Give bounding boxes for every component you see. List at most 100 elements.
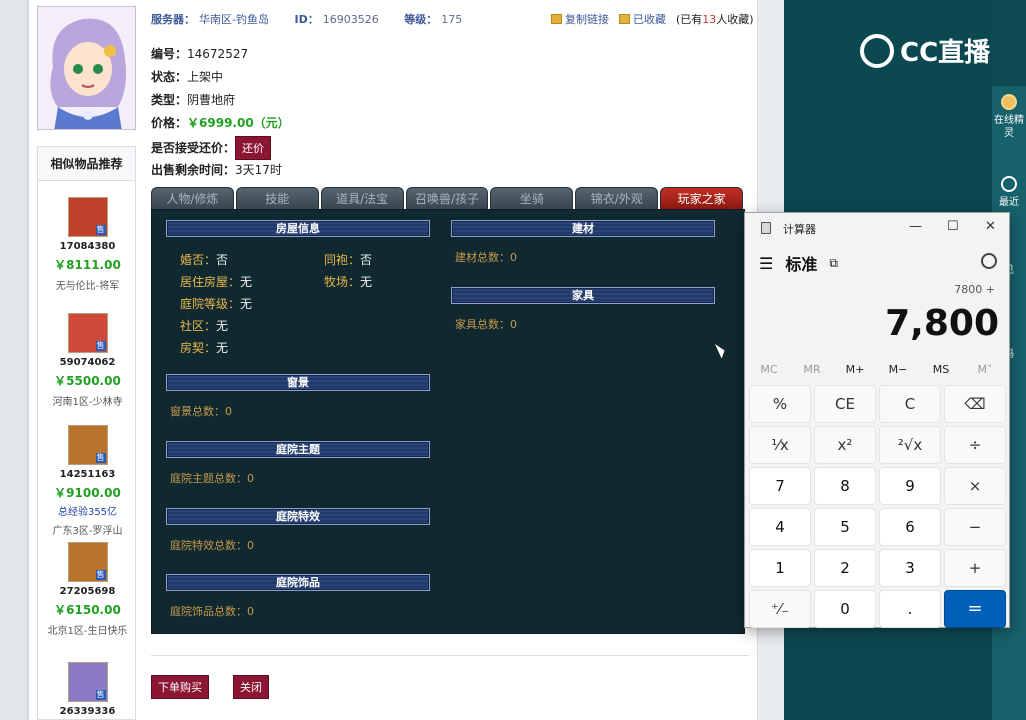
recommend-item[interactable]: 售 59074062 ￥5500.00 河南1区-少林寺 bbox=[38, 313, 137, 408]
tab-0[interactable]: 人物/修炼 bbox=[151, 187, 234, 209]
calculator-window: 计算器 — ☐ ✕ ☰ 标准 ⧉ 7800 + 7,800 MC MR M+ M− MS… bbox=[744, 212, 1010, 628]
calc-key[interactable]: 5 bbox=[814, 508, 876, 546]
maximize-icon[interactable]: ☐ bbox=[947, 219, 959, 234]
calculator-titlebar: 计算器 — ☐ ✕ bbox=[745, 213, 1009, 243]
counter-offer-button[interactable]: 还价 bbox=[235, 136, 272, 160]
ornament-total: 庭院饰品总数：0 bbox=[170, 605, 254, 618]
recommend-item[interactable]: 售 14251163 ￥9100.00 总经验355亿 广东3区-罗浮山 bbox=[38, 425, 137, 537]
theme-header: 庭院主题 bbox=[166, 441, 430, 458]
divider bbox=[151, 655, 749, 656]
effect-total: 庭院特效总数：0 bbox=[170, 539, 254, 552]
recommend-thumbnail[interactable]: 售 bbox=[67, 542, 108, 582]
courtyard-level-field: 庭院等级：无 bbox=[180, 295, 252, 312]
keep-on-top-icon[interactable]: ⧉ bbox=[829, 256, 838, 271]
sale-tag: 售 bbox=[95, 341, 106, 351]
calc-key[interactable]: ²√x bbox=[879, 426, 941, 464]
recommend-thumbnail[interactable]: 售 bbox=[67, 197, 108, 237]
memory-button[interactable]: MC bbox=[747, 363, 791, 376]
deed-value: 无 bbox=[216, 341, 229, 355]
calc-key[interactable]: ¹⁄x bbox=[749, 426, 811, 464]
residence-value: 无 bbox=[240, 275, 253, 289]
recommend-item[interactable]: 售 26339336 bbox=[38, 662, 137, 717]
community-value: 无 bbox=[216, 319, 229, 333]
level-label: 等级： bbox=[404, 13, 438, 26]
calc-key[interactable]: ÷ bbox=[944, 426, 1006, 464]
memory-button[interactable]: MS bbox=[919, 363, 963, 376]
calc-key[interactable]: 8 bbox=[814, 467, 876, 505]
furniture-header: 家具 bbox=[451, 287, 715, 304]
recommend-thumbnail[interactable]: 售 bbox=[67, 662, 108, 702]
calc-key[interactable]: = bbox=[944, 590, 1006, 628]
memory-button[interactable]: MR bbox=[790, 363, 834, 376]
minimize-icon[interactable]: — bbox=[909, 219, 922, 234]
recommend-thumbnail[interactable]: 售 bbox=[67, 425, 108, 465]
counter-label: 是否接受还价： bbox=[151, 141, 236, 155]
calc-key[interactable]: . bbox=[879, 590, 941, 628]
sprite-icon bbox=[1001, 94, 1017, 110]
item-detail-content: 服务器： 华南区-钓鱼岛 ID： 16903526 等级： 175 复制链接 已收藏 … bbox=[28, 0, 758, 720]
recommend-item[interactable]: 售 17084380 ￥8111.00 无与伦比-将军 bbox=[38, 197, 137, 292]
id-label: ID： bbox=[294, 13, 319, 26]
recommend-exp: 总经验355亿 bbox=[57, 507, 118, 518]
calc-key[interactable]: 0 bbox=[814, 590, 876, 628]
recommend-server[interactable]: 河南1区-少林寺 bbox=[38, 393, 137, 408]
calc-key[interactable]: % bbox=[749, 385, 811, 423]
favorite-link[interactable]: 已收藏 bbox=[619, 11, 666, 27]
copy-link[interactable]: 复制链接 bbox=[551, 11, 609, 27]
recommend-thumbnail[interactable]: 售 bbox=[67, 313, 108, 353]
calc-key[interactable]: 1 bbox=[749, 549, 811, 587]
close-button[interactable]: 关闭 bbox=[233, 675, 269, 699]
theme-total: 庭院主题总数：0 bbox=[170, 472, 254, 485]
calc-key[interactable]: 4 bbox=[749, 508, 811, 546]
history-icon[interactable] bbox=[981, 253, 997, 269]
price-label: 价格： bbox=[151, 116, 188, 130]
recommend-id: 59074062 bbox=[59, 357, 116, 368]
calc-key[interactable]: 6 bbox=[879, 508, 941, 546]
tab-1[interactable]: 技能 bbox=[235, 187, 319, 209]
memory-button[interactable]: M˅ bbox=[963, 363, 1007, 376]
calc-key[interactable]: 9 bbox=[879, 467, 941, 505]
calc-key[interactable]: × bbox=[944, 467, 1006, 505]
type-label: 类型： bbox=[151, 93, 188, 107]
recommend-server[interactable]: 北京1区-生日快乐 bbox=[38, 622, 137, 637]
hamburger-menu-icon[interactable]: ☰ bbox=[759, 254, 773, 273]
recommend-server[interactable]: 无与伦比-将军 bbox=[38, 277, 137, 292]
status-row: 状态：上架中 bbox=[151, 68, 223, 85]
residence-label: 居住房屋： bbox=[180, 275, 241, 289]
close-icon[interactable]: ✕ bbox=[985, 219, 996, 234]
price-row: 价格：￥6999.00（元） bbox=[151, 114, 290, 131]
memory-button[interactable]: M− bbox=[876, 363, 920, 376]
fav-suffix: 人收藏) bbox=[716, 13, 754, 26]
memory-button[interactable]: M+ bbox=[833, 363, 877, 376]
ranch-label: 牧场： bbox=[324, 275, 361, 289]
house-info-header: 房屋信息 bbox=[166, 220, 430, 237]
player-home-panel: 房屋信息 婚否：否 同袍：否 居住房屋：无 牧场：无 庭院等级：无 社区：无 房… bbox=[151, 209, 745, 634]
recommend-server[interactable]: 广东3区-罗浮山 bbox=[38, 522, 137, 537]
tab-6[interactable]: 玩家之家 bbox=[660, 187, 744, 209]
calc-key[interactable]: C bbox=[879, 385, 941, 423]
calc-key[interactable]: + bbox=[944, 549, 1006, 587]
detail-tabs: 人物/修炼 技能 道具/法宝 召唤兽/孩子 坐骑 锦衣/外观 玩家之家 bbox=[151, 187, 744, 209]
calc-key[interactable]: 2 bbox=[814, 549, 876, 587]
calc-key[interactable]: CE bbox=[814, 385, 876, 423]
tab-2[interactable]: 道具/法宝 bbox=[320, 187, 404, 209]
calc-key[interactable]: 7 bbox=[749, 467, 811, 505]
calc-key[interactable]: − bbox=[944, 508, 1006, 546]
calc-key[interactable]: ⌫ bbox=[944, 385, 1006, 423]
buy-button[interactable]: 下单购买 bbox=[151, 675, 209, 699]
tab-5[interactable]: 锦衣/外观 bbox=[575, 187, 659, 209]
side-recent[interactable]: 最近 bbox=[992, 176, 1026, 209]
type-row: 类型：阴曹地府 bbox=[151, 91, 235, 108]
calc-key[interactable]: x² bbox=[814, 426, 876, 464]
memory-row: MC MR M+ M− MS M˅ bbox=[745, 361, 1009, 379]
effect-header: 庭院特效 bbox=[166, 508, 430, 525]
tab-4[interactable]: 坐骑 bbox=[490, 187, 574, 209]
recommend-item[interactable]: 售 27205698 ￥6150.00 北京1区-生日快乐 bbox=[38, 542, 137, 637]
side-online-sprite[interactable]: 在线精灵 bbox=[992, 94, 1026, 140]
tab-3[interactable]: 召唤兽/孩子 bbox=[405, 187, 489, 209]
calc-key[interactable]: ⁺⁄₋ bbox=[749, 590, 811, 628]
calc-key[interactable]: 3 bbox=[879, 549, 941, 587]
married-value: 否 bbox=[216, 253, 229, 267]
clock-icon bbox=[1001, 176, 1017, 192]
counter-offer-row: 是否接受还价： 还价 bbox=[151, 136, 272, 160]
